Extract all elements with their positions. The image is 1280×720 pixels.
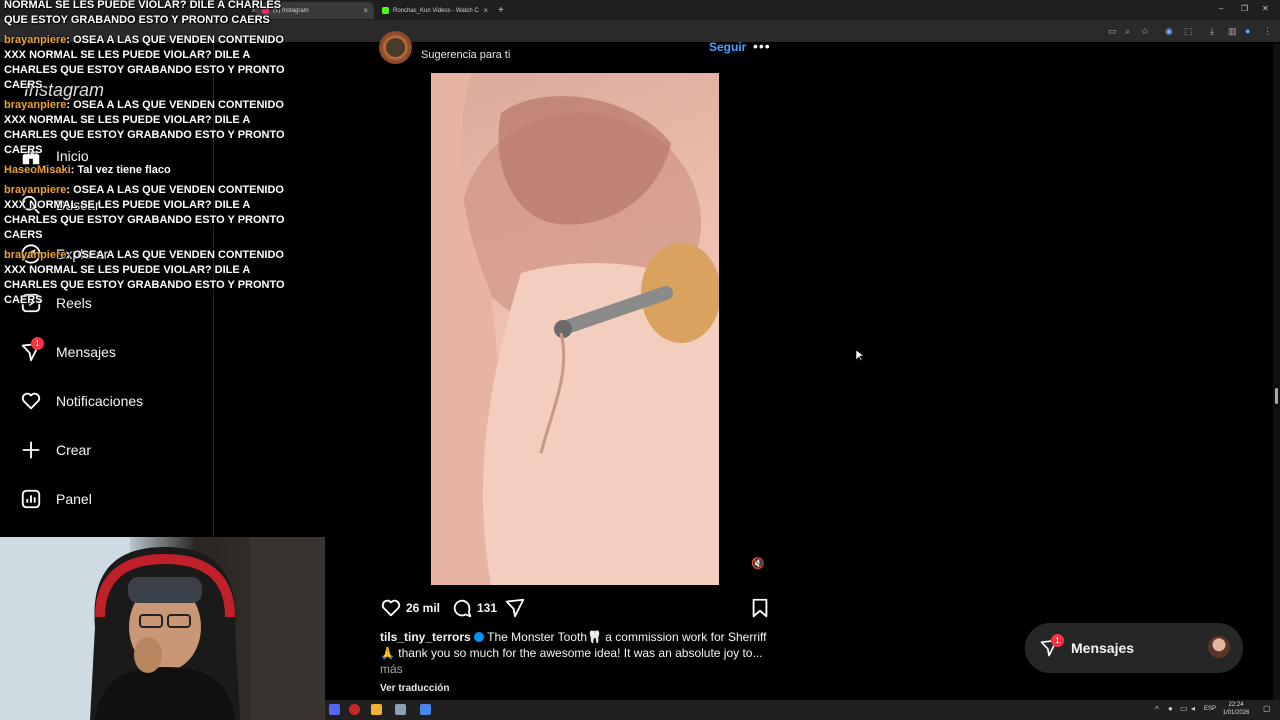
video-frame-image — [431, 73, 719, 585]
windows-taskbar: ^ ● ▭ ◂ ESP 22:24 1/01/2026 ▢ — [325, 700, 1280, 720]
like-button[interactable]: 26 mil — [380, 597, 440, 619]
plus-icon — [20, 439, 42, 461]
obs-app-icon[interactable] — [349, 704, 360, 715]
heart-icon — [381, 599, 401, 617]
webcam-image — [0, 537, 325, 720]
clock-date: 1/01/2026 — [1222, 710, 1250, 716]
volume-icon[interactable]: ◂ — [1191, 704, 1195, 713]
sidepanel-icon[interactable]: ▥ — [1228, 26, 1237, 36]
cast-icon[interactable]: ▭ — [1108, 26, 1117, 36]
sidebar-item-notificaciones[interactable]: Notificaciones — [20, 388, 143, 414]
heart-icon — [20, 390, 42, 412]
caption-username[interactable]: tils_tiny_terrors — [380, 630, 471, 644]
chat-message: brayanpiere: OSEA A LAS QUE VENDEN CONTE… — [4, 34, 285, 91]
sidebar-item-panel[interactable]: Panel — [20, 486, 92, 512]
caption-more-link[interactable]: más — [380, 662, 403, 676]
clock-time: 22:24 — [1228, 702, 1244, 708]
network-icon[interactable]: ▭ — [1180, 704, 1188, 713]
comment-button[interactable]: 131 — [451, 597, 497, 619]
shield-app-icon[interactable] — [395, 704, 406, 715]
webcam-overlay — [0, 537, 325, 720]
chat-username: brayanpiere — [4, 249, 67, 261]
chat-text: Tal vez tiene flaco — [77, 164, 171, 176]
kick-favicon-icon — [382, 7, 389, 14]
language-indicator[interactable]: ESP — [1204, 706, 1216, 712]
chat-message: brayanpiere: OSEA A LAS QUE VENDEN CONTE… — [4, 184, 285, 241]
notification-badge: 1 — [1051, 634, 1064, 647]
messenger-icon: 1 — [20, 337, 44, 363]
sidebar-item-crear[interactable]: Crear — [20, 437, 91, 463]
close-tab-icon[interactable]: × — [483, 6, 488, 15]
share-button[interactable] — [504, 597, 526, 619]
chat-message: brayanpiere: OSEA A LAS QUE VENDEN CONTE… — [4, 99, 285, 156]
notifications-icon[interactable]: ▢ — [1263, 704, 1271, 713]
post-video[interactable] — [431, 73, 719, 585]
messages-pill-label: Mensajes — [1071, 640, 1135, 656]
page-scrollbar[interactable] — [1273, 44, 1280, 700]
microphone-icon[interactable]: ● — [1168, 704, 1173, 713]
comment-icon — [453, 599, 472, 618]
stream-chat-overlay: NORMAL SE LES PUEDE VIOLAR? DILE A CHARL… — [4, 0, 304, 313]
chat-message: brayanpiere: OSEA A LAS QUE VENDEN CONTE… — [4, 249, 285, 306]
chat-username: brayanpiere — [4, 99, 67, 111]
save-button[interactable] — [749, 597, 771, 619]
profile-icon[interactable]: ● — [1245, 26, 1250, 36]
browser-app-icon[interactable] — [420, 704, 431, 715]
scrollbar-thumb[interactable] — [1275, 388, 1278, 404]
chat-username: brayanpiere — [4, 184, 67, 196]
chat-message: NORMAL SE LES PUEDE VIOLAR? DILE A CHARL… — [4, 0, 304, 28]
post-caption: tils_tiny_terrors The Monster Tooth🦷 a c… — [380, 629, 770, 677]
minimize-icon[interactable]: – — [1219, 4, 1223, 13]
chat-username: HaseoMisaki — [4, 164, 71, 176]
close-tab-icon[interactable]: × — [363, 6, 368, 15]
avatar — [1208, 636, 1230, 658]
like-count: 26 mil — [406, 601, 441, 615]
file-explorer-icon[interactable] — [371, 704, 382, 715]
sidebar-item-mensajes[interactable]: 1 Mensajes — [20, 337, 116, 365]
download-icon[interactable]: ⤓ — [1210, 26, 1214, 36]
share-icon — [505, 598, 525, 618]
sidebar-item-label: Mensajes — [56, 344, 116, 360]
tray-chevron-icon[interactable]: ^ — [1155, 705, 1159, 714]
chat-message: HaseoMisaki: Tal vez tiene flaco — [4, 164, 171, 176]
browser-tab[interactable]: Ronchas_Kun Videos - Watch C × — [376, 2, 494, 19]
chat-text: NORMAL SE LES PUEDE VIOLAR? DILE A CHARL… — [4, 0, 282, 26]
see-translation-link[interactable]: Ver traducción — [380, 683, 449, 694]
suggestion-label: Sugerencia para ti — [421, 49, 511, 61]
verified-badge-icon — [474, 632, 485, 642]
notification-badge: 1 — [31, 337, 44, 350]
chat-username: brayanpiere — [4, 34, 67, 46]
system-clock[interactable]: 22:24 1/01/2026 — [1221, 701, 1251, 717]
sidebar-item-label: Crear — [56, 442, 92, 458]
browser-menu-icon[interactable]: ⋮ — [1263, 26, 1272, 36]
discord-app-icon[interactable] — [329, 704, 340, 715]
more-options-button[interactable]: ••• — [753, 38, 771, 54]
mute-icon[interactable]: 🔇 — [748, 553, 768, 573]
post-author-avatar[interactable] — [379, 31, 412, 64]
bookmark-icon — [752, 598, 768, 618]
sidebar-item-label: Panel — [56, 491, 92, 507]
bookmark-star-icon[interactable]: ☆ — [1141, 26, 1149, 36]
follow-button[interactable]: Seguir — [709, 40, 746, 54]
dashboard-icon — [20, 488, 42, 510]
extension-icon[interactable]: ◉ — [1165, 26, 1173, 36]
restore-icon[interactable]: ❐ — [1241, 4, 1248, 13]
close-window-icon[interactable]: ✕ — [1262, 4, 1269, 13]
zoom-icon[interactable]: ⌕ — [1125, 26, 1130, 36]
messages-pill[interactable]: 1 Mensajes — [1025, 623, 1243, 673]
extensions-puzzle-icon[interactable]: ⬚ — [1184, 26, 1193, 36]
comment-count: 131 — [477, 601, 498, 615]
new-tab-button[interactable]: + — [496, 2, 510, 19]
tab-title: Ronchas_Kun Videos - Watch C — [393, 7, 479, 14]
sidebar-item-label: Notificaciones — [56, 393, 144, 409]
